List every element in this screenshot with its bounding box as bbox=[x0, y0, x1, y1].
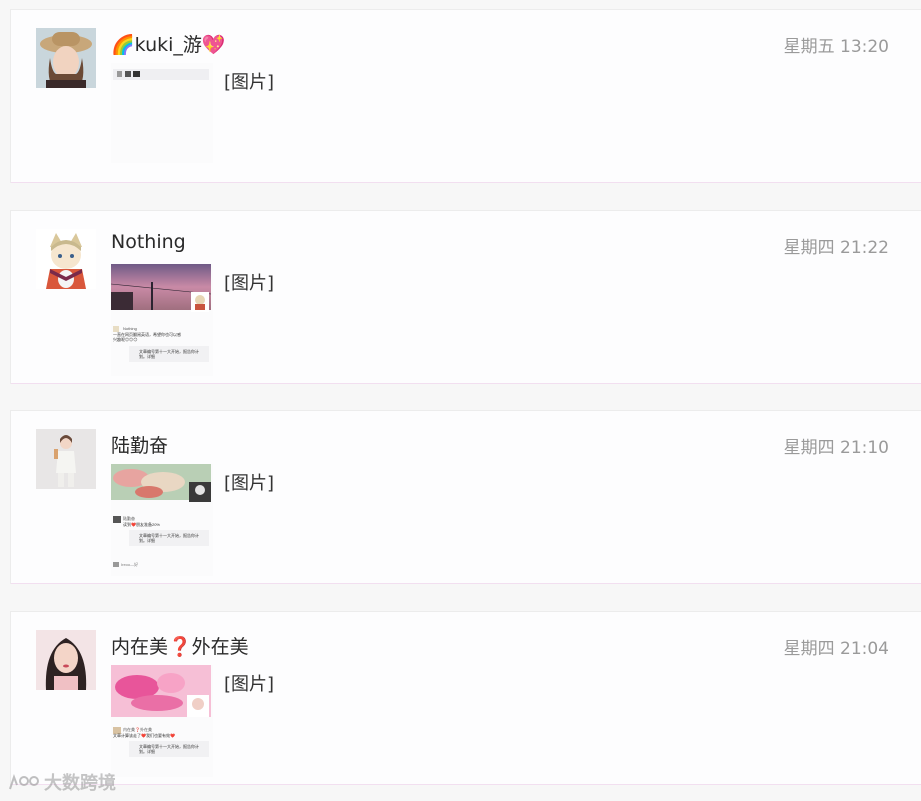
image-thumbnail[interactable]: 陆勤奋 读到❤️朋友准备20% 文章编号第十一大开始，报告你计 划。详细 Ire… bbox=[111, 464, 213, 576]
message-time: 星期五 13:20 bbox=[783, 37, 889, 57]
image-thumbnail[interactable]: Nothing 一直在网页翻阅英语，希望你也可以感 兴趣呢😊😊😊 文章编号第十一… bbox=[111, 264, 213, 376]
avatar[interactable] bbox=[36, 28, 96, 88]
preview-author: 内在美❓外在美 bbox=[123, 727, 152, 732]
preview-text: 兴趣呢😊😊😊 bbox=[113, 337, 138, 342]
message-time: 星期四 21:10 bbox=[783, 438, 889, 458]
contact-name: 内在美❓外在美 bbox=[111, 636, 249, 658]
preview-footer: Ireoo—好 bbox=[121, 562, 139, 567]
image-tag: [图片] bbox=[224, 72, 275, 93]
shared-article-title: 划。详细 bbox=[139, 538, 155, 543]
message-card[interactable]: 🌈kuki_游💖 星期五 13:20 [图片] bbox=[10, 9, 921, 183]
shared-article: 文章编号第十一大开始，报告你计 划。详细 bbox=[129, 530, 209, 546]
contact-name: 🌈kuki_游💖 bbox=[111, 34, 226, 56]
watermark-text: 大数跨境 bbox=[44, 773, 116, 794]
watermark-logo-icon bbox=[9, 774, 39, 790]
shared-article: 文章编号第十一大开始，报告你计 划。详细 bbox=[129, 741, 209, 757]
image-thumbnail[interactable] bbox=[111, 63, 213, 163]
image-tag: [图片] bbox=[224, 473, 275, 494]
message-card[interactable]: Nothing 星期四 21:22 Nothing 一直在网页翻阅英语，希望你也… bbox=[10, 210, 921, 384]
contact-name: 陆勤奋 bbox=[111, 435, 169, 457]
message-time: 星期四 21:04 bbox=[783, 639, 889, 659]
contact-name: Nothing bbox=[111, 231, 186, 253]
shared-article: 文章编号第十一大开始，报告你计 划。详细 bbox=[129, 346, 209, 362]
preview-text: 文章计算该走了❤️我们也要有效❤️ bbox=[113, 733, 175, 738]
message-card[interactable]: 陆勤奋 星期四 21:10 陆勤奋 读到❤️朋友准备20% 文章编号第十一大开始… bbox=[10, 410, 921, 584]
shared-article-title: 划。详细 bbox=[139, 354, 155, 359]
message-time: 星期四 21:22 bbox=[783, 238, 889, 258]
image-tag: [图片] bbox=[224, 674, 275, 695]
image-thumbnail[interactable]: 内在美❓外在美 文章计算该走了❤️我们也要有效❤️ 文章编号第十一大开始，报告你… bbox=[111, 665, 213, 777]
avatar[interactable] bbox=[36, 229, 96, 289]
image-tag: [图片] bbox=[224, 273, 275, 294]
avatar[interactable] bbox=[36, 429, 96, 489]
preview-author: Nothing bbox=[123, 326, 137, 331]
preview-text: 读到❤️朋友准备20% bbox=[123, 522, 160, 527]
avatar[interactable] bbox=[36, 630, 96, 690]
shared-article-title: 划。详细 bbox=[139, 749, 155, 754]
preview-author: 陆勤奋 bbox=[123, 516, 135, 521]
message-card[interactable]: 内在美❓外在美 星期四 21:04 内在美❓外在美 文章计算该走了❤️我们也要有… bbox=[10, 611, 921, 785]
